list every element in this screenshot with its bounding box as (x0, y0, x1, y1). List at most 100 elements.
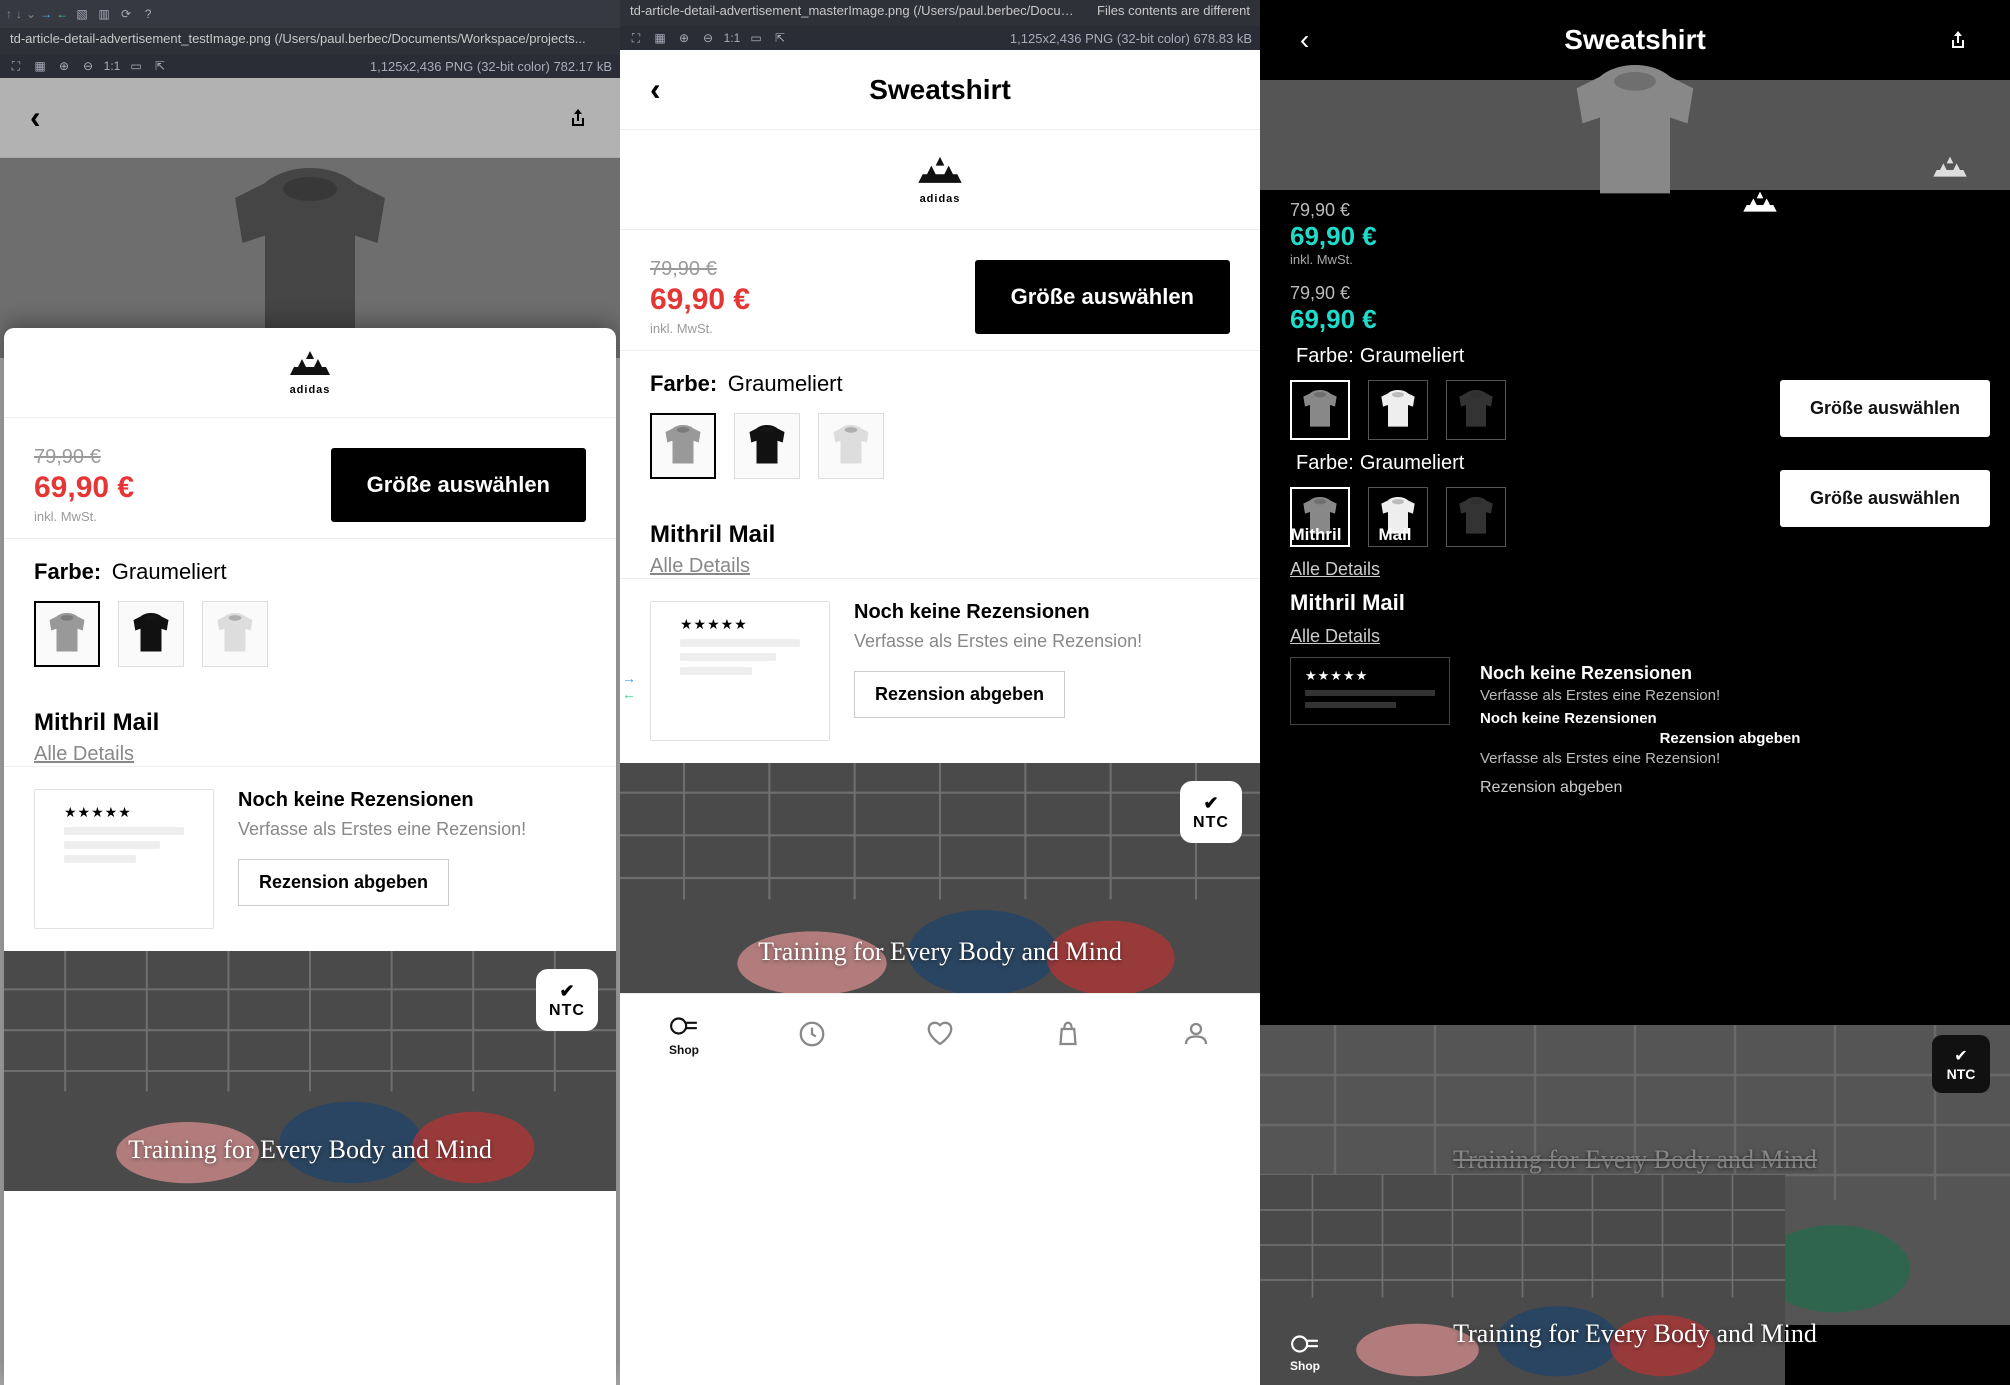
price-old: 79,90 € (1290, 200, 1980, 221)
all-details-link[interactable]: Alle Details (4, 737, 164, 787)
price-new: 69,90 € (34, 471, 134, 505)
nav-bag[interactable] (1053, 1019, 1083, 1049)
select-size-button[interactable]: Größe auswählen (1780, 470, 1990, 527)
nav-shop[interactable]: Shop (669, 1011, 699, 1057)
grid-icon[interactable]: ▦ (32, 58, 48, 74)
info-strip: ⛶ ▦ ⊕ ⊖ 1:1 ▭ ⇱ 1,125x2,436 PNG (32-bit … (620, 26, 1260, 50)
export-icon[interactable]: ⇱ (772, 30, 788, 46)
swoosh-icon: ✔ (559, 981, 574, 1002)
swatch-black[interactable] (734, 413, 800, 479)
down-icon[interactable]: ↓ (16, 7, 22, 21)
swatch-dark[interactable] (1446, 487, 1506, 547)
zoom-out-icon[interactable]: ⊖ (700, 30, 716, 46)
price-old: 79,90 € (650, 258, 750, 281)
refresh-icon[interactable]: ⟳ (118, 6, 134, 22)
price-old: 79,90 € (34, 446, 134, 469)
swatch-mithril[interactable]: Mithril (1290, 487, 1350, 547)
crop-icon[interactable]: ▭ (128, 58, 144, 74)
nav-account[interactable] (1181, 1019, 1211, 1049)
zoom-in-icon[interactable]: ⊕ (676, 30, 692, 46)
select-size-button[interactable]: Größe auswählen (331, 448, 586, 522)
no-reviews-sub: Verfasse als Erstes eine Rezension! (238, 818, 526, 841)
phone-viewport-middle: ‹ Sweatshirt adidas 79,90 € 69,90 € inkl… (620, 50, 1260, 1385)
fit-icon[interactable]: ⛶ (628, 30, 644, 46)
brand-logo-row: adidas (620, 130, 1260, 230)
promo-badge: ✔ NTC (1932, 1035, 1990, 1093)
diff-hero (1260, 80, 2010, 190)
zoom-in-icon[interactable]: ⊕ (56, 58, 72, 74)
file-tab-master[interactable]: td-article-detail-advertisement_masterIm… (620, 0, 1087, 26)
adidas-logo-icon (286, 349, 334, 379)
select-size-button[interactable]: Größe auswählen (975, 260, 1230, 334)
tool-icon[interactable]: ▧ (74, 6, 90, 22)
no-reviews-heading: Noch keine Rezensionen (854, 601, 1142, 624)
swatch-black[interactable] (118, 601, 184, 667)
bottom-nav: Shop (620, 993, 1260, 1073)
price-tax: inkl. MwSt. (34, 509, 134, 524)
swoosh-icon: ✔ (1203, 793, 1218, 814)
file-tab-test[interactable]: td-article-detail-advertisement_testImag… (0, 28, 620, 54)
mithril-title: Mithril Mail (1290, 590, 1980, 616)
right-arrow-icon[interactable]: → (40, 7, 52, 21)
file-toolbar: ↑ ↓ ⌄ → ← ▧ ▥ ⟳ ? (0, 0, 620, 28)
zoom-out-icon[interactable]: ⊖ (80, 58, 96, 74)
all-details-link[interactable]: Alle Details (620, 549, 780, 599)
swatch-grey[interactable] (650, 413, 716, 479)
zoom-label: 1:1 (724, 30, 740, 46)
nav-wishlist[interactable] (925, 1019, 955, 1049)
diff-workspace: ↑ ↓ ⌄ → ← ▧ ▥ ⟳ ? td-article-detail-adve… (0, 0, 2010, 1385)
color-section: Farbe: Graumeliert (620, 350, 1260, 499)
tab-bar: td-article-detail-advertisement_testImag… (0, 28, 620, 54)
nav-recent[interactable] (797, 1019, 827, 1049)
no-reviews-sub: Verfasse als Erstes eine Rezension! (1480, 687, 1980, 704)
phone-content-middle: ‹ Sweatshirt adidas 79,90 € 69,90 € inkl… (620, 50, 1260, 1385)
promo-caption: Training for Every Body and Mind (4, 1135, 616, 1165)
write-review-button-ghost[interactable]: Rezension abgeben (1480, 779, 1980, 797)
swatch-mail[interactable]: Mail (1368, 487, 1428, 547)
diff-arrow-right-icon: → (622, 670, 636, 686)
review-placeholder: ★★★★★ (650, 601, 830, 741)
price-tax: inkl. MwSt. (1290, 252, 1980, 267)
promo-badge-text: NTC (1947, 1066, 1976, 1082)
price-block-1: 79,90 € 69,90 € inkl. MwSt. (1290, 200, 1980, 267)
diff-content: ‹ Sweatshirt 79,90 € 69,90 € inkl. MwSt.… (1260, 0, 2010, 1385)
swatch-white[interactable] (818, 413, 884, 479)
left-arrow-icon[interactable]: ← (56, 7, 68, 21)
tool-icon[interactable]: ▥ (96, 6, 112, 22)
nav-arrows: ↑ ↓ ⌄ → ← (6, 7, 68, 21)
diff-mid-arrows: → ← (620, 670, 636, 702)
promo-banner[interactable]: ✔ NTC Training for Every Body and Mind (620, 763, 1260, 993)
review-btn-ghost: Rezension abgeben (1480, 730, 1980, 747)
all-details-link[interactable]: Alle Details (1290, 626, 1980, 647)
all-details-link-ghost[interactable]: Alle Details (1290, 559, 1980, 580)
price-old: 79,90 € (1290, 283, 1980, 304)
swatch-dark[interactable] (1446, 380, 1506, 440)
no-reviews-sub-overlay: Verfasse als Erstes eine Rezension! (1480, 750, 1980, 767)
vbar-icon[interactable]: ⌄ (26, 7, 36, 21)
swatch-white[interactable] (202, 601, 268, 667)
mobile-header: ‹ (0, 78, 620, 158)
crop-icon[interactable]: ▭ (748, 30, 764, 46)
select-size-button[interactable]: Größe auswählen (1780, 380, 1990, 437)
mithril-title: Mithril Mail (4, 687, 616, 743)
hoodie-image (1565, 65, 1705, 205)
back-icon[interactable]: ‹ (30, 99, 41, 136)
up-icon[interactable]: ↑ (6, 7, 12, 21)
write-review-button[interactable]: Rezension abgeben (854, 671, 1065, 718)
diff-promo: ✔ NTC Training for Every Body and Mind T… (1260, 1025, 2010, 1385)
nav-shop[interactable]: Shop (1290, 1329, 1320, 1373)
price-row: 79,90 € 69,90 € inkl. MwSt. Größe auswäh… (620, 230, 1260, 350)
fit-icon[interactable]: ⛶ (8, 58, 24, 74)
diff-arrow-left-icon: ← (622, 686, 636, 702)
grid-icon[interactable]: ▦ (652, 30, 668, 46)
promo-banner[interactable]: ✔ NTC Training for Every Body and Mind (4, 951, 616, 1191)
share-icon[interactable] (566, 106, 590, 130)
promo-scene (1260, 1175, 1785, 1385)
swatch-grey[interactable] (34, 601, 100, 667)
price-new: 69,90 € (1290, 221, 1980, 252)
write-review-button[interactable]: Rezension abgeben (238, 859, 449, 906)
swatch-white[interactable] (1368, 380, 1428, 440)
help-icon[interactable]: ? (140, 6, 156, 22)
export-icon[interactable]: ⇱ (152, 58, 168, 74)
swatch-grey[interactable] (1290, 380, 1350, 440)
